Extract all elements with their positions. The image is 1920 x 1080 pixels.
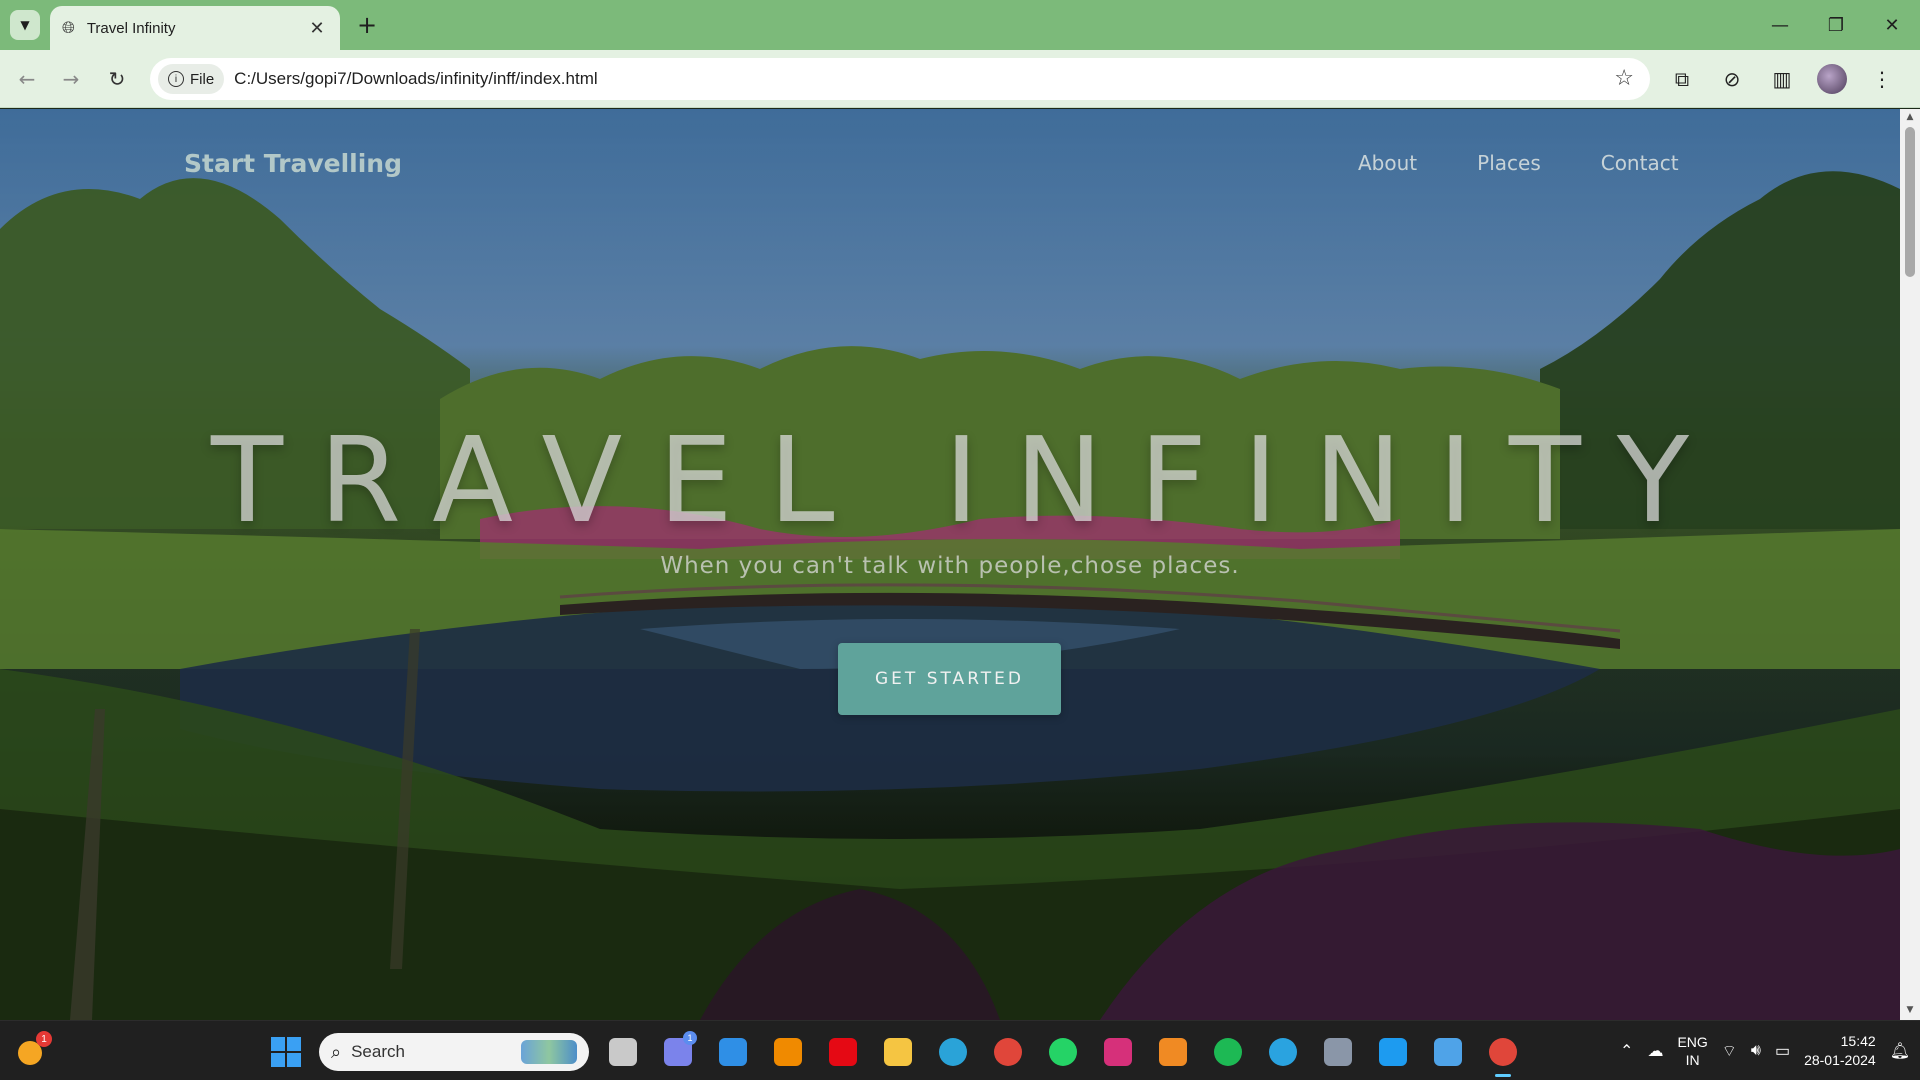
chevron-up-icon[interactable]: ⌃ bbox=[1620, 1041, 1633, 1061]
site-chip-label: File bbox=[190, 70, 215, 88]
profile-avatar[interactable] bbox=[1815, 62, 1849, 96]
start-button[interactable] bbox=[266, 1032, 306, 1072]
teams-badge: 1 bbox=[683, 1031, 697, 1045]
language-code: ENG bbox=[1677, 1034, 1708, 1050]
battery-icon[interactable]: ▭ bbox=[1775, 1041, 1790, 1061]
spotify-icon[interactable] bbox=[1207, 1031, 1249, 1073]
instagram-icon[interactable] bbox=[1097, 1031, 1139, 1073]
settings-icon[interactable] bbox=[1317, 1031, 1359, 1073]
vlc-icon[interactable] bbox=[767, 1031, 809, 1073]
close-window-icon[interactable]: ✕ bbox=[1864, 0, 1920, 50]
browser-tab-bar: ▼ 🌐︎ Travel Infinity ✕ + — ❐ ✕ bbox=[0, 0, 1920, 50]
minimize-icon[interactable]: — bbox=[1752, 0, 1808, 50]
browser-toolbar: ← → ↻ i File C:/Users/gopi7/Downloads/in… bbox=[0, 50, 1920, 108]
site-nav: About Places Contact bbox=[1358, 151, 1679, 175]
clock-date: 28-01-2024 bbox=[1804, 1052, 1876, 1068]
teams-icon[interactable]: 1 bbox=[657, 1031, 699, 1073]
windows-taskbar: 1 ⌕ Search 1 ⌃ ☁ ENG IN ⌔ 🔊︎ ▭ 15:42 28-… bbox=[0, 1020, 1920, 1080]
scroll-thumb[interactable] bbox=[1905, 127, 1915, 277]
nav-link-about[interactable]: About bbox=[1358, 151, 1417, 175]
browser-menu-icon[interactable]: ⋮ bbox=[1865, 62, 1899, 96]
new-tab-button[interactable]: + bbox=[352, 10, 382, 40]
weather-widget[interactable]: 1 bbox=[14, 1031, 52, 1067]
chrome-icon[interactable] bbox=[987, 1031, 1029, 1073]
taskbar-apps: ⌕ Search 1 bbox=[266, 1031, 1524, 1077]
bookmark-star-icon[interactable]: ☆ bbox=[1614, 66, 1634, 91]
globe-icon: 🌐︎ bbox=[62, 18, 75, 37]
whatsapp-icon[interactable] bbox=[1042, 1031, 1084, 1073]
address-bar[interactable]: i File C:/Users/gopi7/Downloads/infinity… bbox=[150, 58, 1650, 100]
taskbar-search[interactable]: ⌕ Search bbox=[319, 1033, 589, 1071]
search-highlight-image bbox=[521, 1040, 577, 1064]
chrome-active-icon[interactable] bbox=[1482, 1031, 1524, 1077]
nav-link-contact[interactable]: Contact bbox=[1601, 151, 1679, 175]
region-code: IN bbox=[1685, 1052, 1700, 1068]
reload-icon[interactable]: ↻ bbox=[102, 64, 132, 94]
url-text[interactable]: C:/Users/gopi7/Downloads/infinity/inff/i… bbox=[234, 69, 597, 89]
system-tray: ⌃ ☁ ENG IN ⌔ 🔊︎ ▭ 15:42 28-01-2024 🔔︎ bbox=[1620, 1021, 1910, 1080]
scroll-down-icon[interactable]: ▼ bbox=[1904, 1005, 1916, 1017]
hero-title: TRAVEL INFINITY bbox=[211, 411, 1725, 549]
side-panel-icon[interactable]: ▥ bbox=[1765, 62, 1799, 96]
clock[interactable]: 15:42 28-01-2024 bbox=[1804, 1032, 1876, 1070]
tab-title: Travel Infinity bbox=[86, 19, 176, 37]
get-started-button[interactable]: GET STARTED bbox=[838, 643, 1061, 715]
task-view-icon[interactable] bbox=[602, 1031, 644, 1073]
page-scrollbar[interactable]: ▲ ▼ bbox=[1900, 109, 1920, 1020]
site-brand[interactable]: Start Travelling bbox=[184, 149, 402, 178]
weather-badge: 1 bbox=[36, 1031, 52, 1047]
tab-search-button[interactable]: ▼ bbox=[10, 10, 40, 40]
chevron-down-icon: ▼ bbox=[20, 18, 30, 32]
file-explorer-icon[interactable] bbox=[877, 1031, 919, 1073]
language-indicator[interactable]: ENG IN bbox=[1677, 1033, 1707, 1069]
blender-icon[interactable] bbox=[1152, 1031, 1194, 1073]
hero-subtitle: When you can't talk with people,chose pl… bbox=[660, 553, 1240, 579]
search-placeholder: Search bbox=[351, 1042, 405, 1061]
close-tab-icon[interactable]: ✕ bbox=[306, 17, 328, 39]
onedrive-icon[interactable]: ☁ bbox=[1647, 1041, 1663, 1061]
back-arrow-icon[interactable]: ← bbox=[12, 64, 42, 94]
webpage-viewport: Start Travelling About Places Contact TR… bbox=[0, 109, 1900, 1020]
performance-icon[interactable]: ⊘ bbox=[1715, 62, 1749, 96]
vscode-icon[interactable] bbox=[712, 1031, 754, 1073]
restore-icon[interactable]: ❐ bbox=[1808, 0, 1864, 50]
telegram-icon[interactable] bbox=[1262, 1031, 1304, 1073]
edge-icon[interactable] bbox=[932, 1031, 974, 1073]
extensions-icon[interactable]: ⧉ bbox=[1665, 62, 1699, 96]
netflix-icon[interactable] bbox=[822, 1031, 864, 1073]
twitter-icon[interactable] bbox=[1372, 1031, 1414, 1073]
nav-link-places[interactable]: Places bbox=[1477, 151, 1541, 175]
clock-time: 15:42 bbox=[1840, 1033, 1876, 1049]
browser-tab[interactable]: 🌐︎ Travel Infinity ✕ bbox=[50, 6, 340, 50]
scroll-up-icon[interactable]: ▲ bbox=[1904, 112, 1916, 124]
site-info-chip[interactable]: i File bbox=[158, 64, 225, 94]
window-controls: — ❐ ✕ bbox=[1752, 0, 1920, 50]
wifi-icon[interactable]: ⌔ bbox=[1722, 1041, 1737, 1061]
search-icon: ⌕ bbox=[331, 1041, 342, 1063]
notepad-icon[interactable] bbox=[1427, 1031, 1469, 1073]
volume-icon[interactable]: 🔊︎ bbox=[1751, 1042, 1761, 1060]
info-icon: i bbox=[168, 71, 184, 87]
forward-arrow-icon[interactable]: → bbox=[56, 64, 86, 94]
notification-bell-icon[interactable]: 🔔︎ bbox=[1890, 1041, 1910, 1061]
